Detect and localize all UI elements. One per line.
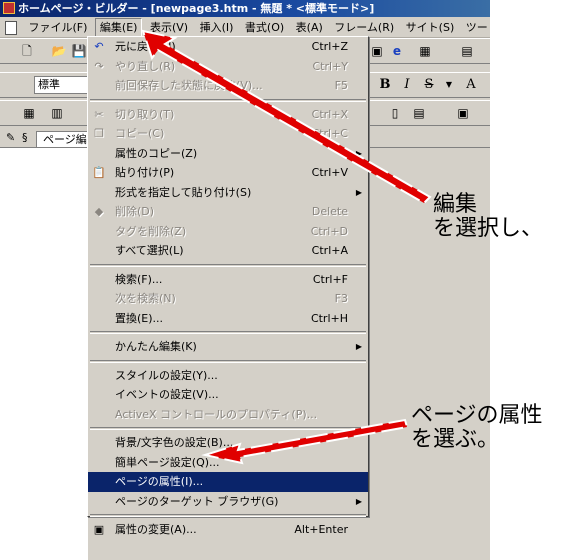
callout-text: 編集 bbox=[433, 192, 478, 217]
callout-text: ページの属性 bbox=[411, 403, 543, 428]
arrow-to-page-attributes bbox=[201, 418, 409, 465]
callout-text: を選択し、 bbox=[433, 216, 544, 241]
callout-select-page-attributes: ページの属性 を選ぶ。 bbox=[411, 404, 543, 452]
callout-select-edit: 編集 を選択し、 bbox=[433, 193, 543, 241]
arrow-to-edit-menu bbox=[141, 29, 432, 205]
callout-text: を選ぶ。 bbox=[411, 427, 500, 452]
annotation-arrows bbox=[141, 29, 432, 465]
